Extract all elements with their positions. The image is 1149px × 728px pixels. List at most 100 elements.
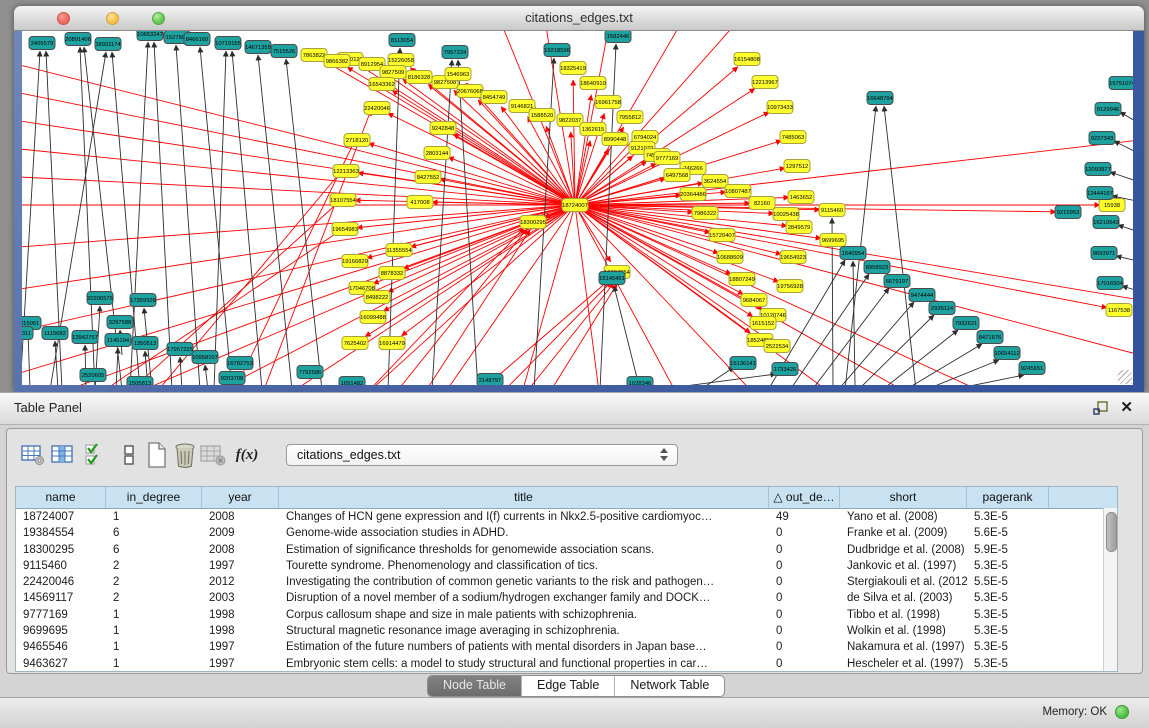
graph-edge[interactable] [545, 284, 617, 385]
table-mode-icon[interactable] [19, 441, 47, 469]
graph-node[interactable]: 7792586 [297, 366, 323, 379]
table-cell[interactable]: Wolkin et al. (1998) [840, 623, 967, 639]
graph-edge[interactable] [950, 375, 1024, 385]
graph-edge[interactable] [180, 357, 182, 385]
graph-edge[interactable] [905, 344, 982, 385]
graph-node[interactable]: 17957225 [167, 343, 193, 356]
table-cell[interactable]: 18300295 [16, 542, 106, 558]
graph-node[interactable]: 15145451 [599, 272, 625, 285]
graph-node[interactable]: 19654983 [332, 223, 358, 236]
graph-node[interactable]: 15136141 [730, 357, 756, 370]
graph-edge[interactable] [116, 348, 118, 385]
graph-node[interactable]: 1463652 [788, 191, 814, 204]
graph-edge[interactable] [575, 205, 600, 385]
table-cell[interactable]: Estimation of the future numbers of pati… [279, 639, 769, 655]
table-cell[interactable]: 5.3E-5 [967, 607, 1049, 623]
graph-node[interactable]: 8427552 [415, 171, 441, 184]
table-cell[interactable]: 2008 [202, 542, 279, 558]
table-cell[interactable]: Corpus callosum shape and size in male p… [279, 607, 769, 623]
graph-node[interactable]: 8498222 [364, 291, 390, 304]
table-cell[interactable]: 9465546 [16, 639, 106, 655]
graph-edge[interactable] [575, 95, 591, 205]
table-cell[interactable]: 5.5E-5 [967, 574, 1049, 590]
table-cell[interactable]: 2003 [202, 590, 279, 606]
table-cell[interactable]: 1 [106, 656, 202, 672]
graph-node[interactable]: 10719155 [215, 37, 241, 50]
graph-node[interactable]: 6497568 [664, 169, 690, 182]
table-selector-dropdown[interactable]: citations_edges.txt [286, 444, 678, 466]
graph-node[interactable]: 10973433 [767, 101, 793, 114]
trash-icon[interactable] [171, 441, 199, 469]
graph-node[interactable]: 7863822 [301, 49, 327, 62]
graph-node[interactable]: 1582446 [605, 31, 631, 43]
graph-node[interactable]: 7955812 [617, 111, 643, 124]
table-cell[interactable]: 5.3E-5 [967, 558, 1049, 574]
graph-node[interactable]: 9474444 [909, 289, 935, 302]
table-cell[interactable]: Genome-wide association studies in ADHD. [279, 525, 769, 541]
table-cell[interactable]: 9699695 [16, 623, 106, 639]
graph-node[interactable]: 8471676 [977, 331, 1003, 344]
graph-node[interactable]: 10025438 [773, 208, 799, 221]
graph-node[interactable]: 15720407 [709, 229, 735, 242]
graph-node[interactable]: 1651482 [339, 377, 365, 386]
graph-node[interactable]: 1505813 [127, 377, 153, 386]
graph-node[interactable]: 16543362 [369, 78, 395, 91]
graph-node[interactable]: 9866382 [324, 55, 350, 68]
table-cell[interactable]: Investigating the contribution of common… [279, 574, 769, 590]
graph-node[interactable]: 1588520 [529, 109, 555, 122]
graph-node[interactable]: 18724007 [562, 199, 588, 212]
graph-edge[interactable] [925, 360, 999, 385]
table-cell[interactable]: Jankovic et al. (1997) [840, 558, 967, 574]
graph-node[interactable]: 82160 [749, 197, 775, 210]
graph-node[interactable]: 16154808 [734, 53, 760, 66]
graph-edge[interactable] [432, 60, 452, 385]
graph-edge[interactable] [884, 106, 916, 385]
table-cell[interactable]: 2 [106, 590, 202, 606]
table-cell[interactable]: 0 [769, 525, 840, 541]
tab-edge-table[interactable]: Edge Table [522, 676, 615, 696]
table-cell[interactable]: 1 [106, 607, 202, 623]
graph-node[interactable]: 2718120 [344, 134, 370, 147]
graph-edge[interactable] [232, 51, 262, 385]
graph-edge[interactable] [858, 315, 934, 385]
graph-node[interactable]: 9215953 [1055, 206, 1081, 219]
graph-node[interactable]: 7625402 [342, 337, 368, 350]
tab-node-table[interactable]: Node Table [428, 676, 522, 696]
graph-node[interactable]: 9693971 [1091, 247, 1117, 260]
graph-node[interactable]: 1145194 [105, 334, 131, 347]
table-row[interactable]: 977716911998Corpus callosum shape and si… [16, 607, 1117, 623]
graph-node[interactable]: 16961758 [595, 96, 621, 109]
graph-node[interactable]: 3297588 [107, 316, 133, 329]
table-cell[interactable]: 9115460 [16, 558, 106, 574]
graph-node[interactable]: 8466160 [184, 33, 210, 46]
column-header[interactable]: pagerank [967, 487, 1049, 508]
graph-node[interactable]: 16914479 [379, 337, 405, 350]
graph-edge[interactable] [1118, 225, 1133, 233]
scrollbar-thumb[interactable] [1106, 512, 1117, 552]
graph-node[interactable]: 9129946 [1095, 103, 1121, 116]
graph-node[interactable]: 1615152 [750, 317, 776, 330]
citation-network-graph[interactable]: 1872400718660123891295415226058982750981… [22, 31, 1133, 385]
graph-node[interactable]: 7957224 [442, 46, 468, 59]
graph-node[interactable]: 2849579 [786, 221, 812, 234]
graph-node[interactable]: 19166829 [342, 255, 368, 268]
table-cell[interactable]: 0 [769, 656, 840, 672]
graph-node[interactable]: 12444197 [1087, 187, 1113, 200]
table-row[interactable]: 946554611997Estimation of the future num… [16, 639, 1117, 655]
column-header[interactable]: title [279, 487, 769, 508]
table-cell[interactable]: 0 [769, 558, 840, 574]
table-cell[interactable]: de Silva et al. (2003) [840, 590, 967, 606]
graph-node[interactable]: 18107554 [330, 194, 357, 207]
table-cell[interactable]: Structural magnetic resonance image aver… [279, 623, 769, 639]
tab-network-table[interactable]: Network Table [615, 676, 724, 696]
graph-node[interactable]: 1733426 [772, 363, 798, 376]
table-row[interactable]: 1938455462009Genome-wide association stu… [16, 525, 1117, 541]
table-cell[interactable]: 18724007 [16, 509, 106, 525]
table-cell[interactable]: 14569117 [16, 590, 106, 606]
column-chooser-icon[interactable] [49, 441, 77, 469]
graph-node[interactable]: 18807249 [729, 273, 755, 286]
table-cell[interactable]: 2009 [202, 525, 279, 541]
graph-node[interactable]: 417008 [407, 196, 433, 209]
table-cell[interactable]: 5.3E-5 [967, 639, 1049, 655]
table-cell[interactable]: 5.3E-5 [967, 509, 1049, 525]
